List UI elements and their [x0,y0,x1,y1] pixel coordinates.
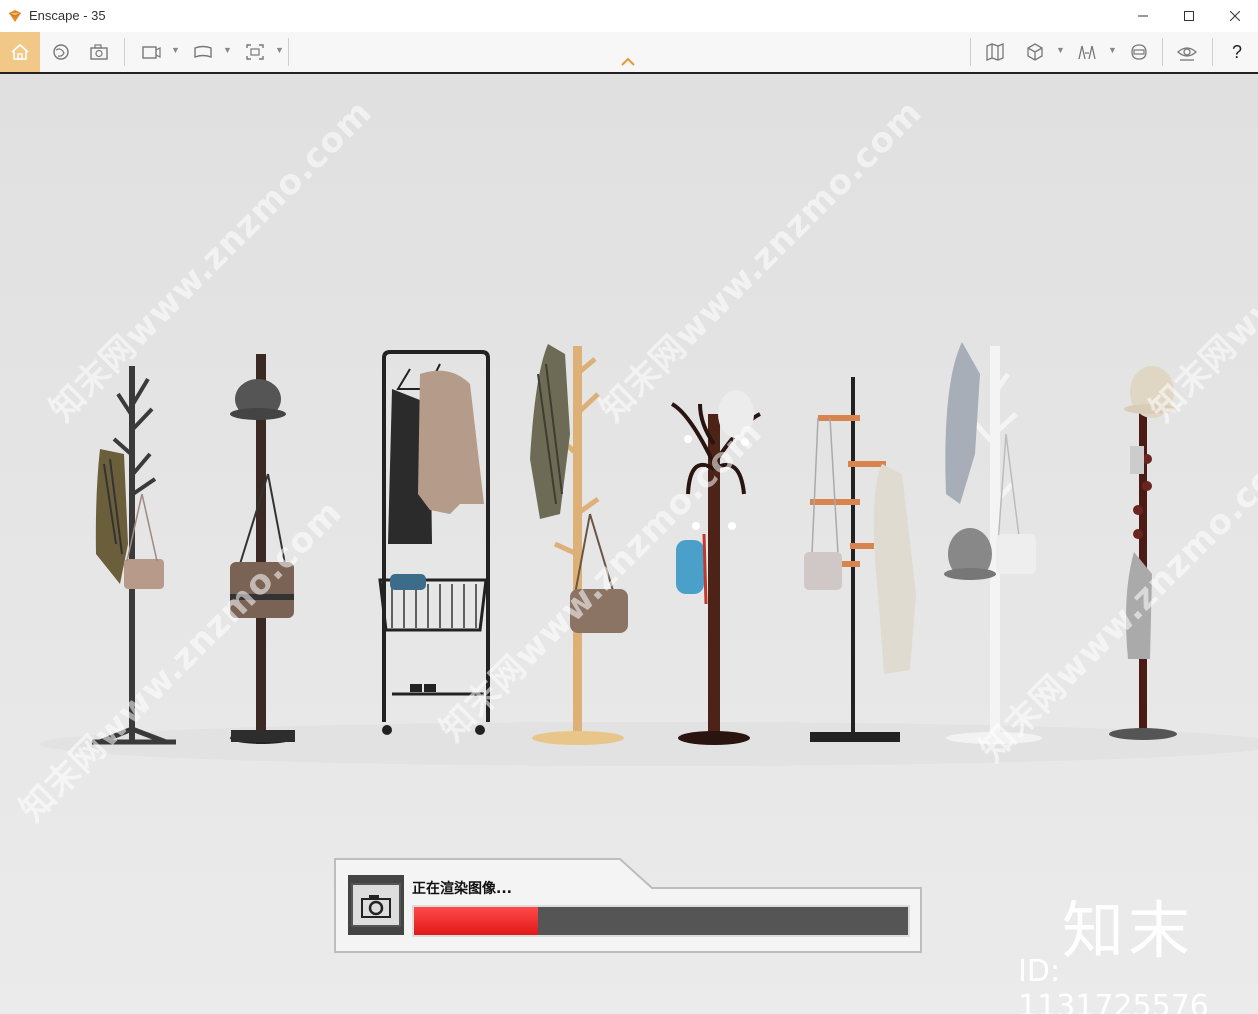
chevron-down-icon[interactable]: ▼ [275,45,284,55]
home-icon [11,43,29,60]
minimize-button[interactable] [1120,0,1166,32]
map-icon [986,43,1004,61]
visibility-icon [1177,47,1197,61]
view-cube-button[interactable] [1016,34,1054,70]
chevron-down-icon[interactable]: ▼ [223,45,232,55]
visibility-button[interactable] [1168,34,1206,70]
panorama-icon [194,45,212,59]
asset-library-icon [53,44,69,60]
brand-id: ID: 1131725576 [1018,954,1209,1014]
chevron-down-icon[interactable]: ▼ [1056,45,1065,55]
render-status-text: 正在渲染图像... [412,881,512,897]
spectacles-icon [1078,45,1096,60]
vr-headset-button[interactable] [1120,34,1158,70]
map-button[interactable] [976,34,1014,70]
close-button[interactable] [1212,0,1258,32]
help-button[interactable]: ? [1218,34,1256,70]
screenshot-button[interactable] [80,34,118,70]
panorama-button[interactable] [184,34,222,70]
vr-headset-icon [1131,44,1147,60]
video-path-button[interactable] [132,34,170,70]
collapse-toolbar-icon[interactable] [620,56,636,68]
asset-library-button[interactable] [42,34,80,70]
chevron-down-icon[interactable]: ▼ [1108,45,1117,55]
camera-icon [361,895,391,918]
render-progress-bar [412,905,910,937]
view-cube-icon [1027,43,1043,61]
video-path-icon [142,46,161,59]
screenshot-icon [90,44,108,60]
window-title: Enscape - 35 [29,8,106,23]
enscape-logo-icon [8,10,22,22]
coat-rack-6 [804,377,916,742]
render-progress-fill [414,907,538,935]
camera-icon-box [348,875,404,935]
render-progress-panel: 正在渲染图像... [334,857,922,953]
render-viewport[interactable]: 知末网www.znzmo.com 知末网www.znzmo.com 知末网www… [0,74,1258,1014]
batch-render-button[interactable] [236,34,274,70]
spectacles-button[interactable] [1068,34,1106,70]
main-toolbar: ▼ ▼ ▼ ▼ ▼ ? [0,32,1258,74]
home-button[interactable] [0,32,40,72]
maximize-button[interactable] [1166,0,1212,32]
batch-render-icon [246,44,264,60]
chevron-down-icon[interactable]: ▼ [171,45,180,55]
title-bar: Enscape - 35 [0,0,1258,32]
